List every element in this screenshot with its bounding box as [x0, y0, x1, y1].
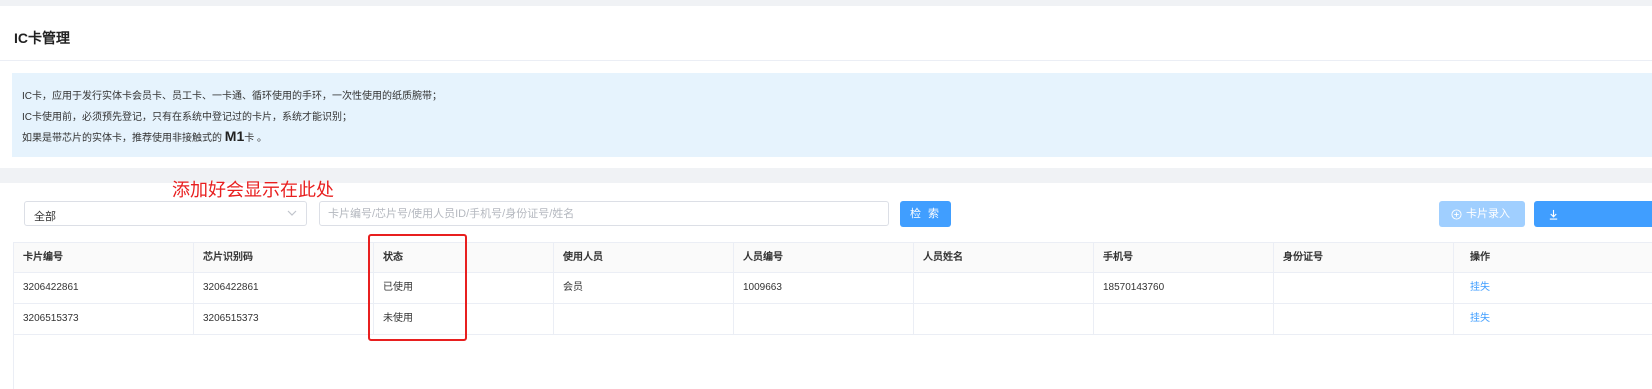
- cell-card-number: 3206515373: [14, 304, 194, 334]
- cell-chip-id: 3206422861: [194, 273, 374, 303]
- table-header-row: 卡片编号 芯片识别码 状态 使用人员 人员编号 人员姓名 手机号 身份证号 操作: [14, 242, 1652, 273]
- cell-user-name: [914, 273, 1094, 303]
- card-entry-label: 卡片录入: [1466, 208, 1510, 221]
- info-line-1: IC卡，应用于发行实体卡会员卡、员工卡、一卡通、循环使用的手环，一次性使用的纸质…: [22, 91, 442, 102]
- info-m1-emphasis: M1: [224, 128, 245, 144]
- annotation-text: 添加好会显示在此处: [172, 180, 334, 200]
- cell-actions: 挂失: [1454, 304, 1652, 334]
- cell-chip-id: 3206515373: [194, 304, 374, 334]
- cell-id-number: [1274, 304, 1454, 334]
- cell-card-number: 3206422861: [14, 273, 194, 303]
- cell-user-name: [914, 304, 1094, 334]
- chevron-down-icon: [287, 210, 297, 216]
- cell-actions: 挂失: [1454, 273, 1652, 303]
- cell-user: 会员: [554, 273, 734, 303]
- plus-circle-icon: [1451, 209, 1462, 220]
- cell-phone: [1094, 304, 1274, 334]
- cell-user-number: 1009663: [734, 273, 914, 303]
- cell-status: 未使用: [374, 304, 554, 334]
- search-button[interactable]: 检 索: [900, 201, 951, 227]
- cell-id-number: [1274, 273, 1454, 303]
- status-select[interactable]: 全部: [24, 201, 307, 226]
- table-row: 3206515373 3206515373 未使用 挂失: [14, 304, 1652, 335]
- column-header: 身份证号: [1274, 243, 1454, 272]
- column-header: 操作: [1470, 252, 1490, 263]
- info-line-2: IC卡使用前，必须预先登记，只有在系统中登记过的卡片，系统才能识别；: [22, 112, 352, 123]
- column-header: 状态: [374, 243, 554, 272]
- report-loss-link[interactable]: 挂失: [1470, 282, 1490, 293]
- report-loss-link[interactable]: 挂失: [1470, 313, 1490, 324]
- card-entry-button[interactable]: 卡片录入: [1439, 201, 1525, 227]
- download-icon: [1549, 209, 1558, 220]
- status-select-value: 全部: [34, 211, 56, 223]
- column-header: 人员姓名: [914, 243, 1094, 272]
- column-header: 芯片识别码: [194, 243, 374, 272]
- info-line-3-suffix: 卡 。: [244, 133, 268, 144]
- column-header: 手机号: [1094, 243, 1274, 272]
- column-header: 人员编号: [734, 243, 914, 272]
- import-button[interactable]: [1534, 201, 1652, 227]
- title-divider: [0, 60, 1652, 61]
- card-table: 卡片编号 芯片识别码 状态 使用人员 人员编号 人员姓名 手机号 身份证号 操作…: [13, 242, 1652, 389]
- info-line-3: 如果是带芯片的实体卡，推荐使用非接触式的 M1卡 。: [22, 128, 267, 144]
- cell-status: 已使用: [374, 273, 554, 303]
- cell-user-number: [734, 304, 914, 334]
- search-input[interactable]: [319, 201, 889, 226]
- column-header: 卡片编号: [14, 243, 194, 272]
- cell-phone: 18570143760: [1094, 273, 1274, 303]
- column-header: 使用人员: [554, 243, 734, 272]
- cell-user: [554, 304, 734, 334]
- info-notice: IC卡，应用于发行实体卡会员卡、员工卡、一卡通、循环使用的手环，一次性使用的纸质…: [12, 73, 1652, 157]
- table-row: 3206422861 3206422861 已使用 会员 1009663 185…: [14, 273, 1652, 304]
- page-title: IC卡管理: [14, 30, 70, 46]
- info-line-3-prefix: 如果是带芯片的实体卡，推荐使用非接触式的: [22, 133, 225, 144]
